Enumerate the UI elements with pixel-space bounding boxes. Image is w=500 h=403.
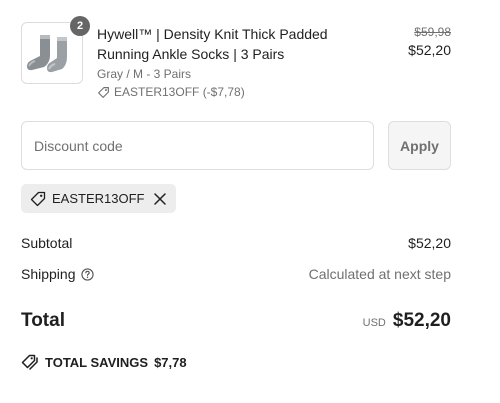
currency-code: USD bbox=[362, 317, 386, 329]
total-label: Total bbox=[21, 310, 65, 331]
discount-code-form: Apply bbox=[21, 121, 451, 171]
subtotal-value: $52,20 bbox=[408, 235, 451, 251]
subtotal-row: Subtotal $52,20 bbox=[21, 235, 451, 251]
shipping-value: Calculated at next step bbox=[308, 266, 451, 282]
shipping-row: Shipping Calculated at next step bbox=[21, 266, 451, 282]
socks-image bbox=[27, 35, 67, 73]
total-row: Total USD $52,20 bbox=[21, 308, 451, 334]
product-discount-label: EASTER13OFF (-$7,78) bbox=[114, 85, 245, 99]
product-discount: EASTER13OFF (-$7,78) bbox=[97, 85, 377, 100]
product-variant: Gray / M - 3 Pairs bbox=[97, 67, 192, 81]
close-icon bbox=[154, 192, 167, 205]
line-item: 2 Hywell™ | Density Knit Thick Padded Ru… bbox=[21, 16, 451, 102]
product-info: Hywell™ | Density Knit Thick Padded Runn… bbox=[97, 24, 377, 100]
applied-code-label: EASTER13OFF bbox=[52, 191, 145, 206]
savings-label: TOTAL SAVINGS bbox=[45, 354, 149, 370]
tags-icon bbox=[21, 354, 38, 370]
savings-value: $7,78 bbox=[154, 354, 187, 370]
product-title: Hywell™ | Density Knit Thick Padded Runn… bbox=[97, 26, 328, 62]
applied-discount-chip: EASTER13OFF bbox=[21, 184, 177, 213]
total-amount-group: USD $52,20 bbox=[363, 310, 451, 332]
help-icon[interactable] bbox=[80, 267, 94, 281]
total-savings: TOTAL SAVINGS $7,78 bbox=[21, 354, 187, 370]
original-price: $59,98 bbox=[414, 25, 451, 39]
current-price: $52,20 bbox=[408, 42, 451, 58]
remove-discount-button[interactable] bbox=[153, 192, 167, 206]
shipping-label: Shipping bbox=[21, 266, 76, 282]
quantity-badge: 2 bbox=[70, 16, 90, 36]
tag-icon bbox=[98, 87, 109, 98]
subtotal-label: Subtotal bbox=[21, 235, 73, 251]
total-amount: $52,20 bbox=[392, 310, 451, 331]
apply-button[interactable]: Apply bbox=[388, 121, 451, 170]
shipping-label-group: Shipping bbox=[21, 266, 94, 282]
price-column: $59,98 $52,20 bbox=[408, 24, 451, 60]
product-thumbnail: 2 bbox=[21, 16, 90, 84]
tag-icon bbox=[30, 191, 46, 206]
discount-code-input[interactable] bbox=[21, 121, 374, 170]
